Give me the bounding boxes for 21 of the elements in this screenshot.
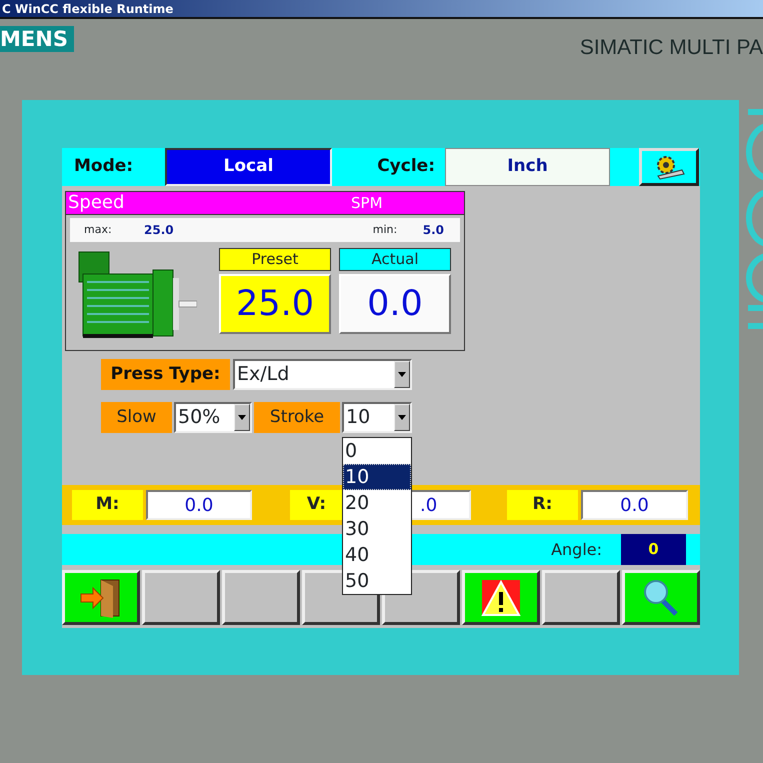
min-value: 5.0 <box>422 222 444 239</box>
unit-label: SPM <box>351 193 383 214</box>
slow-label: Slow <box>101 402 172 433</box>
preset-value: 25.0 <box>219 274 331 334</box>
angle-value: 0 <box>621 534 686 565</box>
press-type-label: Press Type: <box>101 359 230 390</box>
actual-value: 0.0 <box>339 274 451 334</box>
brand-logo: MENS <box>0 26 74 52</box>
preset-label: Preset <box>219 248 331 271</box>
panel-title: Speed <box>67 192 126 214</box>
max-value: 25.0 <box>144 222 174 239</box>
max-label: max: <box>84 222 113 238</box>
model-name: SIMATIC MULTI PA <box>580 35 763 61</box>
reading-label: V: <box>290 490 343 520</box>
min-label: min: <box>372 222 398 238</box>
actual-label: Actual <box>339 248 451 271</box>
window-title: C WinCC flexible Runtime <box>0 0 763 19</box>
reading-label: M: <box>72 490 143 520</box>
stroke-label: Stroke <box>254 402 340 433</box>
reading-label: R: <box>507 490 578 520</box>
angle-label: Angle: <box>551 538 602 560</box>
